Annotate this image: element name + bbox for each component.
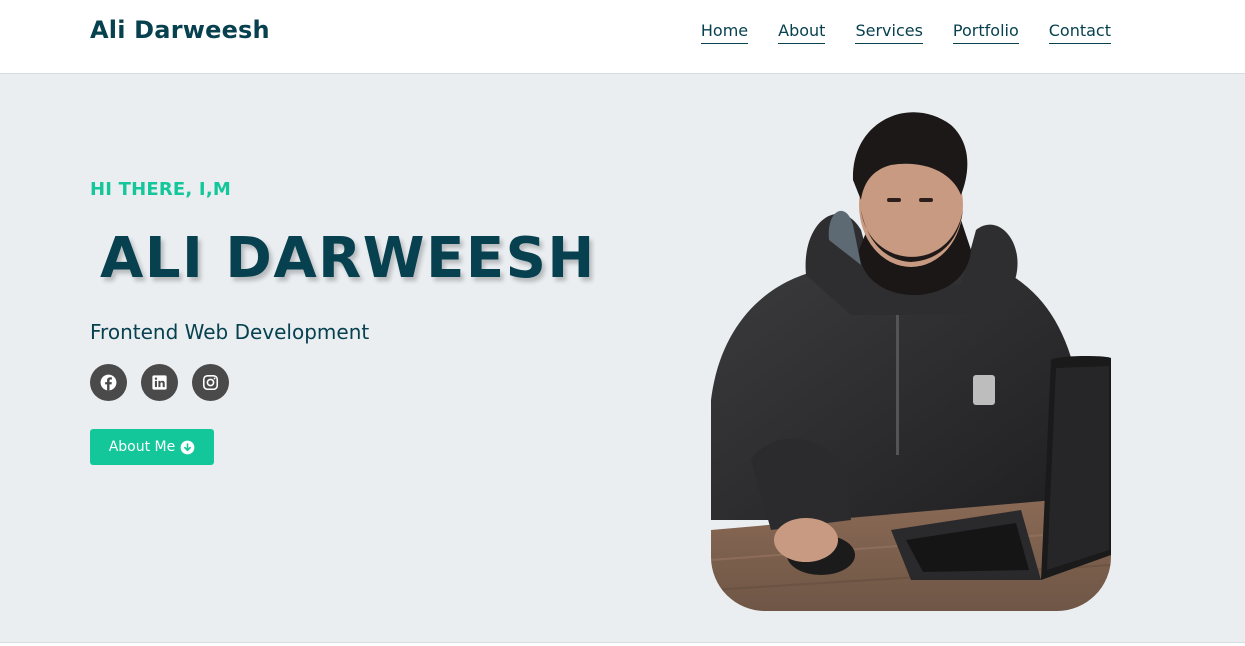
top-navbar: Ali Darweesh Home About Services Portfol… [0,0,1245,74]
section-divider [0,642,1245,646]
arrow-down-circle-icon [180,440,195,454]
about-me-label: About Me [108,439,176,455]
instagram-link[interactable] [192,364,229,401]
portrait-illustration [711,100,1111,611]
nav-link-portfolio[interactable]: Portfolio [952,21,1019,44]
about-me-button[interactable]: About Me [90,429,214,465]
instagram-icon [202,374,219,391]
linkedin-icon [152,375,167,390]
nav-link-services[interactable]: Services [855,21,923,44]
social-links [90,364,229,401]
hero-section: HI THERE, I,M ALI DARWEESH Frontend Web … [0,74,1245,642]
main-nav: Home About Services Portfolio Contact [700,21,1111,44]
facebook-link[interactable] [90,364,127,401]
linkedin-link[interactable] [141,364,178,401]
site-brand[interactable]: Ali Darweesh [90,16,270,44]
hero-role: Frontend Web Development [90,320,370,344]
nav-link-about[interactable]: About [778,21,826,44]
nav-link-contact[interactable]: Contact [1048,21,1111,44]
hero-name-heading: ALI DARWEESH [100,226,596,291]
nav-link-home[interactable]: Home [700,21,749,44]
hero-greeting: HI THERE, I,M [90,179,231,200]
portrait-photo [711,100,1111,611]
facebook-icon [100,374,117,391]
